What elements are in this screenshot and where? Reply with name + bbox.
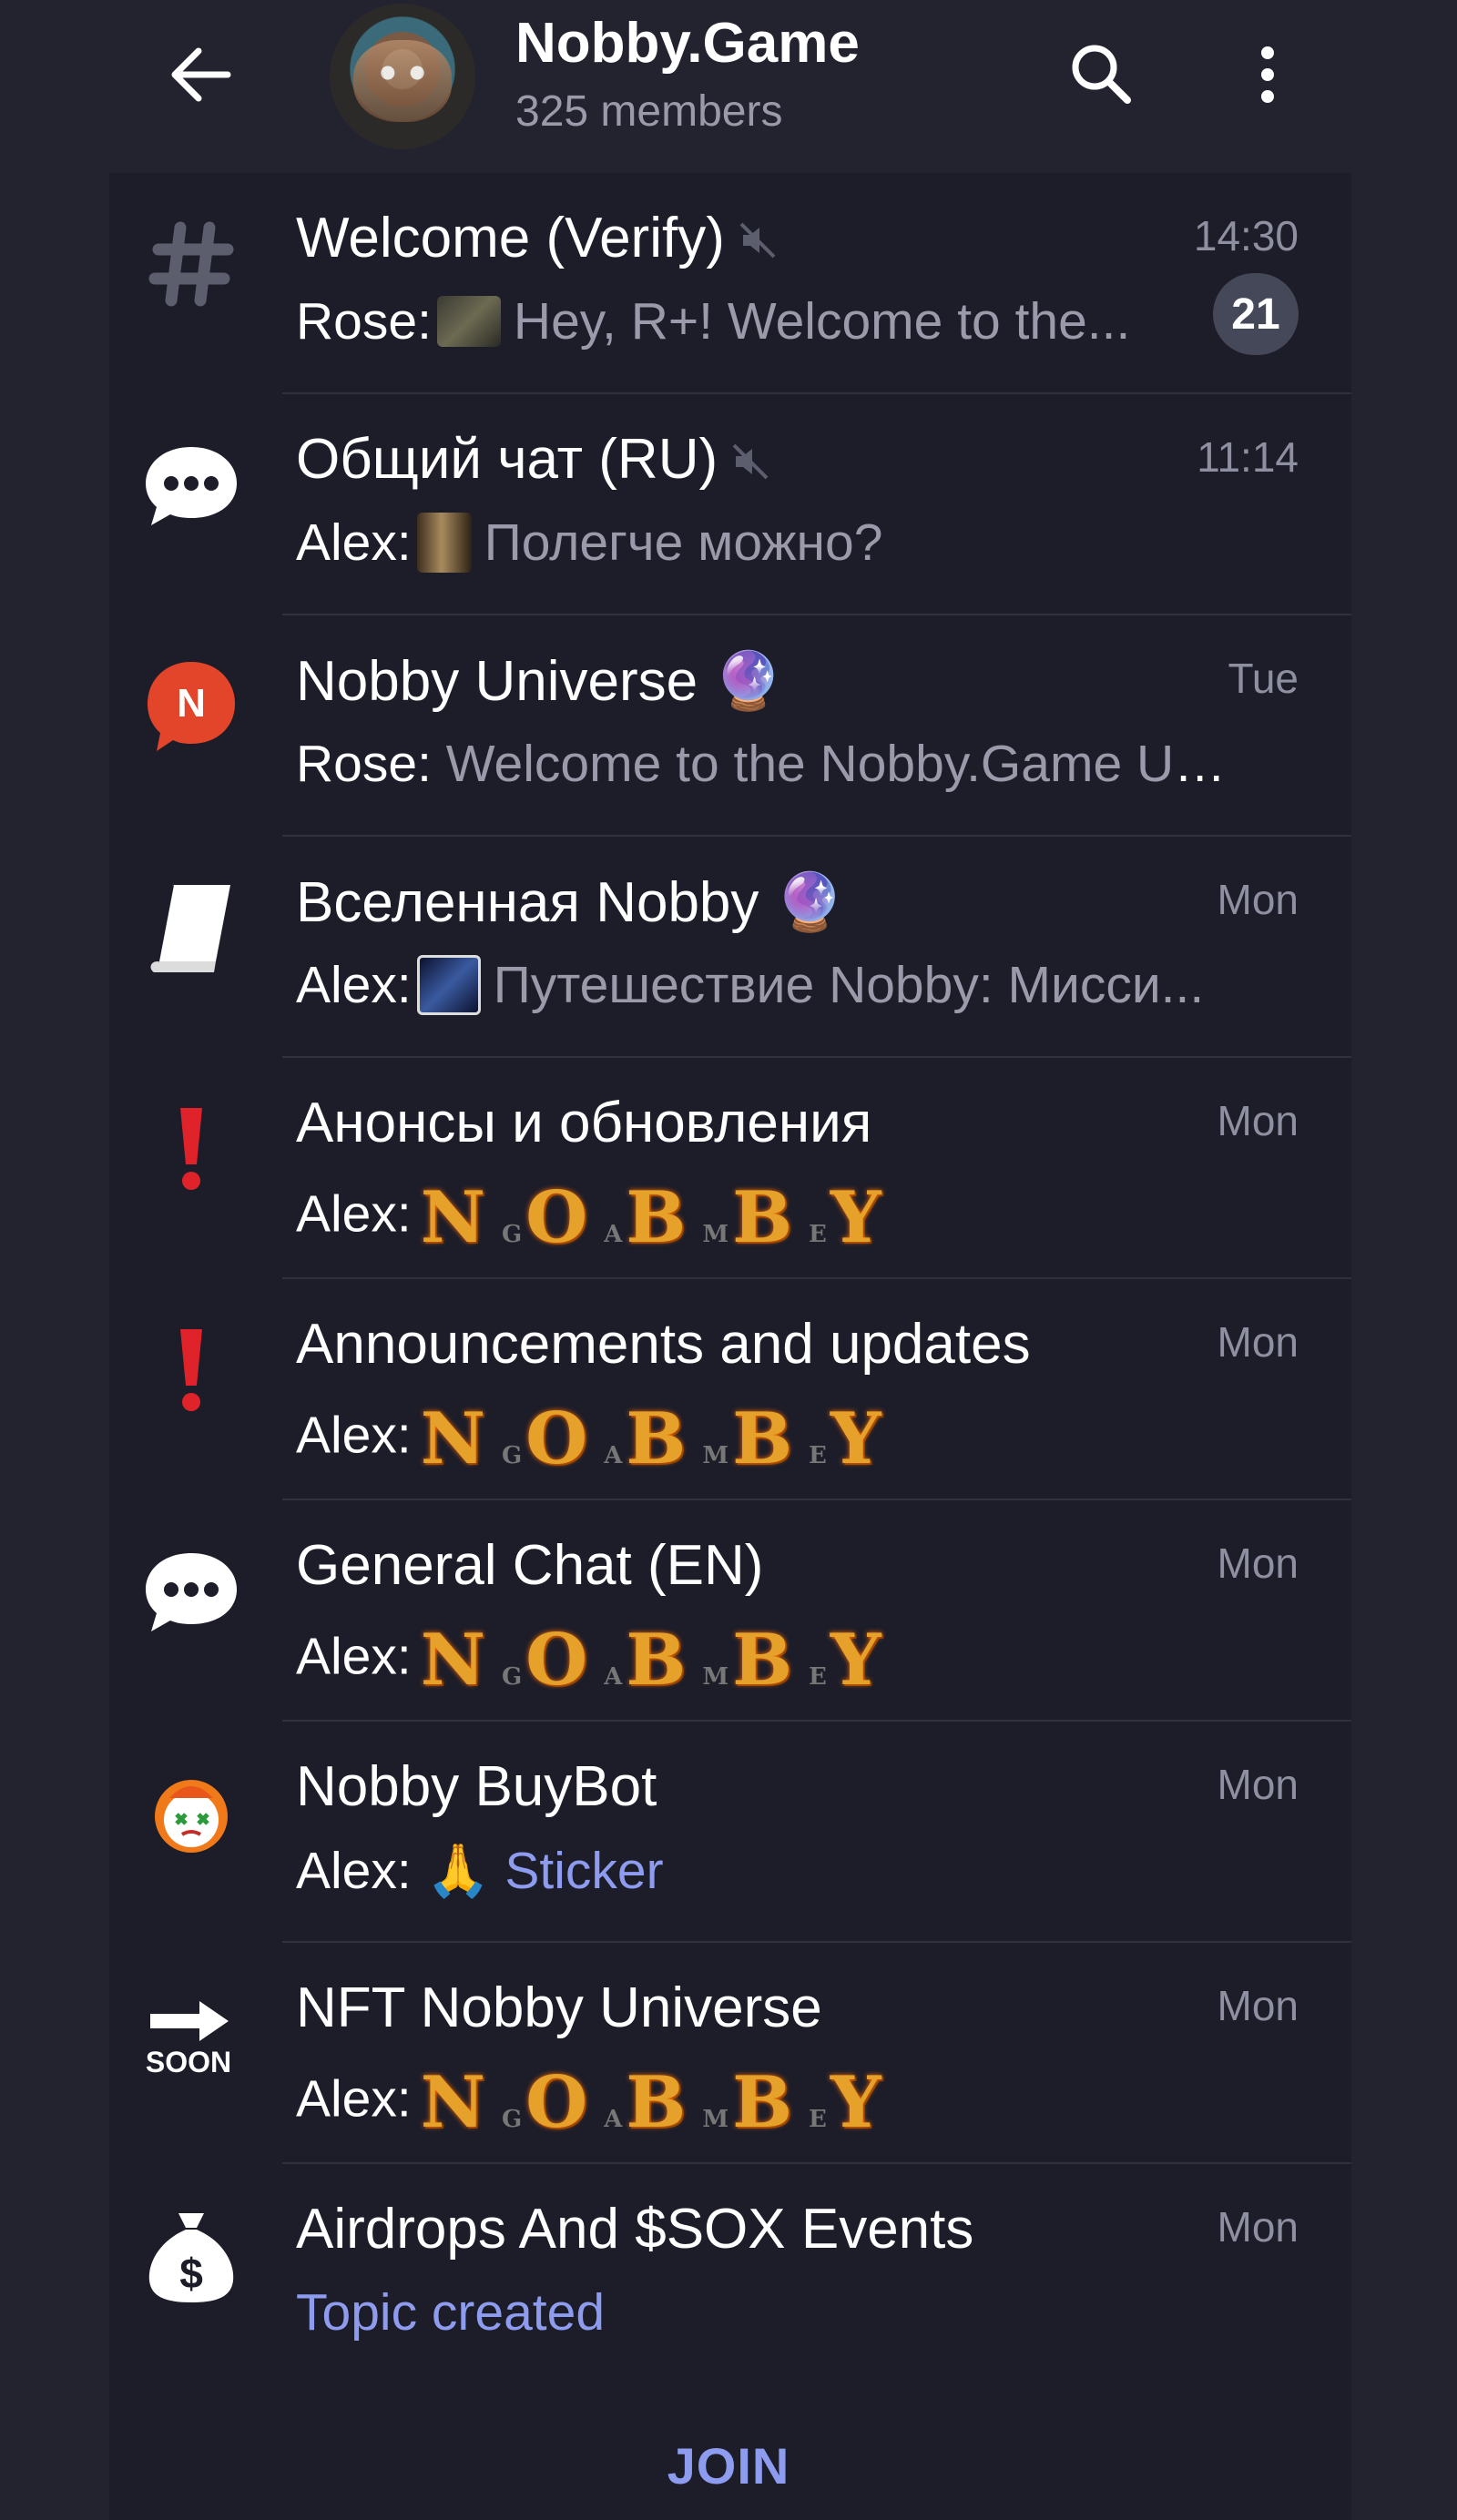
topic-time: Mon [1217, 876, 1299, 923]
message-text: Полегче можно? [484, 513, 883, 573]
topic-time: Tue [1228, 655, 1299, 702]
topic-time: Mon [1217, 1761, 1299, 1808]
topic-name: Анонсы и обновления [296, 1092, 872, 1154]
praying-hands-emoji: 🙏 [425, 1842, 505, 1900]
topic-created-label: Topic created [296, 2283, 606, 2342]
topic-time: Mon [1217, 2203, 1299, 2251]
message-text: Welcome to the Nobby.Game Un... [445, 735, 1243, 793]
sticker-label: Sticker [504, 1842, 664, 1900]
topic-time: Mon [1217, 1318, 1299, 1366]
money-bag-icon: $ [137, 2200, 246, 2310]
speech-bubble-icon [137, 431, 246, 540]
topic-name: Nobby Universe 🔮 [296, 650, 784, 713]
join-button[interactable]: JOIN [0, 2436, 1457, 2495]
svg-text:SOON: SOON [146, 2046, 231, 2078]
topic-row[interactable]: Nobby BuyBot Mon Alex: 🙏 Sticker [109, 1722, 1351, 1943]
topic-name: Nobby BuyBot [296, 1755, 657, 1818]
image-thumbnail [416, 955, 481, 1015]
topic-row[interactable]: Общий чат (RU) 11:14 Alex: Полегче можно? [109, 394, 1351, 615]
topic-row[interactable]: General Chat (EN) Mon Alex: NGOABMBEY [109, 1500, 1351, 1722]
topic-row[interactable]: Announcements and updates Mon Alex: NGOAB… [109, 1279, 1351, 1500]
topic-row[interactable]: Вселенная Nobby 🔮 Mon Alex: Путешествие N… [109, 837, 1351, 1058]
topic-name: Общий чат (RU) [296, 428, 718, 491]
nobby-logo-image: NGOABMBEY [420, 1397, 898, 1480]
topic-time: Mon [1217, 1982, 1299, 2029]
topic-name: Announcements and updates [296, 1313, 1031, 1376]
more-options-icon[interactable] [1235, 36, 1300, 113]
book-icon [137, 873, 246, 982]
exclamation-icon [137, 1094, 246, 1204]
exclamation-icon [137, 1316, 246, 1425]
topic-row[interactable]: N Nobby Universe 🔮 Tue Rose: Welcome to … [109, 615, 1351, 837]
soon-arrow-icon: SOON [137, 1979, 246, 2088]
topic-name: Airdrops And $SOX Events [296, 2198, 974, 2261]
topic-name: Вселенная Nobby 🔮 [296, 871, 845, 934]
chat-header: Nobby.Game 325 members [0, 0, 1457, 173]
muted-icon [730, 431, 770, 495]
hashtag-icon [137, 209, 246, 319]
topic-time: Mon [1217, 1097, 1299, 1144]
topic-row[interactable]: Анонсы и обновления Mon Alex: NGOABMBEY [109, 1058, 1351, 1279]
message-sender: Rose: [296, 735, 432, 793]
back-arrow-icon[interactable] [164, 38, 237, 111]
group-avatar[interactable] [330, 4, 475, 149]
unread-badge: 21 [1213, 273, 1299, 355]
buybot-icon [137, 1758, 246, 1867]
image-thumbnail [416, 513, 472, 573]
topic-time: Mon [1217, 1539, 1299, 1587]
member-count: 325 members [515, 87, 783, 136]
message-sender: Alex: [296, 1842, 412, 1900]
search-icon[interactable] [1064, 36, 1140, 113]
nobby-logo-image: NGOABMBEY [420, 1176, 898, 1259]
topic-row[interactable]: Welcome (Verify) 14:30 Rose: Hey, R+! Wel… [109, 173, 1351, 394]
message-sender: Alex: [296, 2069, 412, 2129]
group-title[interactable]: Nobby.Game [515, 11, 860, 76]
topic-row[interactable]: $ Airdrops And $SOX Events Mon Topic cre… [109, 2164, 1351, 2385]
message-text: Путешествие Nobby: Мисси... [493, 956, 1205, 1015]
message-sender: Alex: [296, 1184, 412, 1244]
muted-icon [738, 209, 778, 274]
svg-text:$: $ [179, 2250, 203, 2297]
message-sender: Rose: [296, 292, 432, 351]
topic-name: General Chat (EN) [296, 1534, 764, 1597]
message-sender: Alex: [296, 1406, 412, 1465]
message-text: Hey, R+! Welcome to the... [513, 292, 1131, 351]
message-sender: Alex: [296, 1627, 412, 1686]
topic-name: Welcome (Verify) [296, 207, 725, 269]
topic-time: 11:14 [1197, 433, 1299, 481]
speech-bubble-icon [137, 1537, 246, 1646]
topic-time: 14:30 [1193, 212, 1299, 259]
message-sender: Alex: [296, 956, 412, 1015]
message-sender: Alex: [296, 513, 412, 573]
n-bubble-icon: N [137, 652, 246, 761]
nobby-logo-image: NGOABMBEY [420, 1619, 898, 1702]
topic-row[interactable]: SOON NFT Nobby Universe Mon Alex: NGOABMB… [109, 1943, 1351, 2164]
nobby-logo-image: NGOABMBEY [420, 2061, 898, 2144]
image-thumbnail [436, 295, 501, 347]
topic-name: NFT Nobby Universe [296, 1976, 822, 2039]
svg-text:N: N [177, 681, 206, 726]
